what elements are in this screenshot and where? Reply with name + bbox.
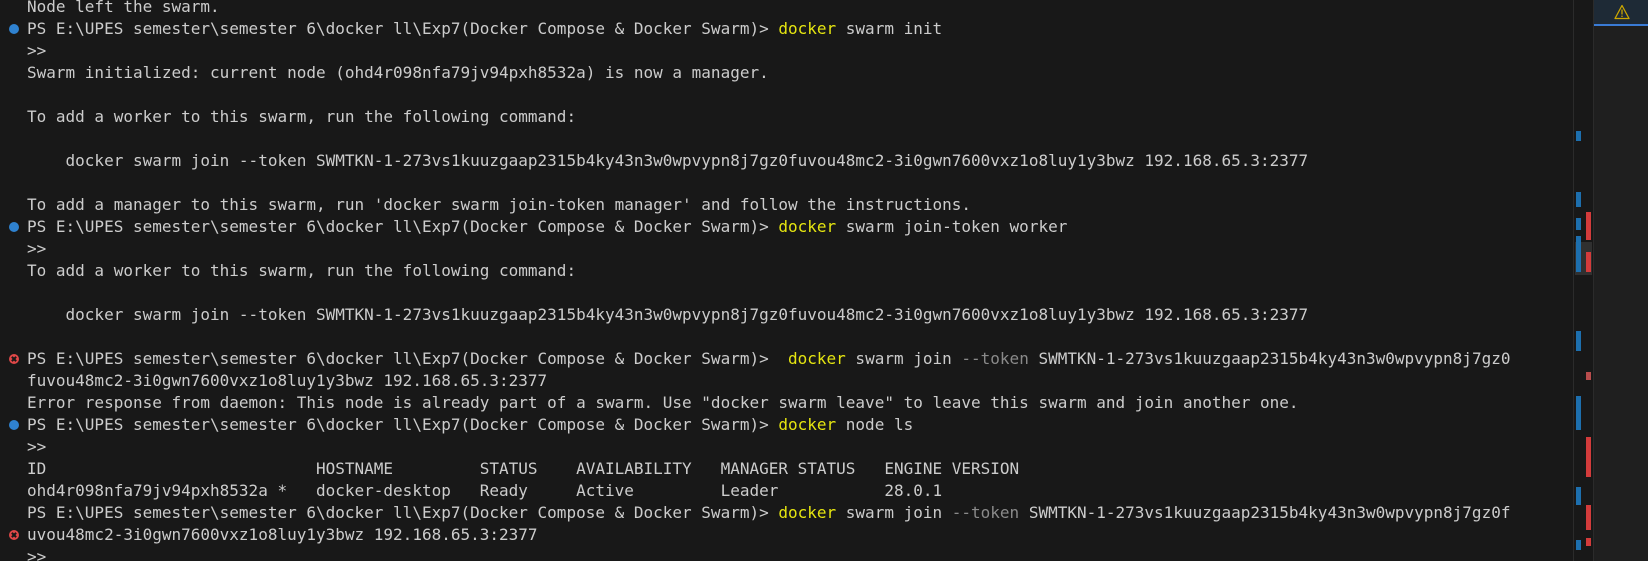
overview-mark <box>1586 372 1591 380</box>
warning-tab[interactable] <box>1594 0 1648 26</box>
terminal-line: To add a worker to this swarm, run the f… <box>0 260 1572 282</box>
overview-mark <box>1586 212 1591 240</box>
terminal-text: PS E:\UPES semester\semester 6\docker ll… <box>27 19 779 38</box>
overview-mark <box>1576 218 1581 230</box>
terminal-line: >> <box>0 436 1572 458</box>
terminal-text: >> <box>27 41 47 60</box>
command-success-icon[interactable] <box>9 420 19 430</box>
terminal-text: swarm join <box>836 503 952 522</box>
terminal-text: >> <box>27 547 47 561</box>
overview-mark <box>1576 540 1581 550</box>
command-keyword: docker <box>788 349 846 368</box>
command-error-icon[interactable] <box>9 354 19 364</box>
terminal-text: docker swarm join --token SWMTKN-1-273vs… <box>27 151 1309 170</box>
terminal-panel[interactable]: Node left the swarm. PS E:\UPES semester\… <box>0 0 1572 561</box>
terminal-line: >> <box>0 40 1572 62</box>
terminal-text: swarm join <box>845 349 962 368</box>
terminal-line: >> <box>0 238 1572 260</box>
terminal-text: PS E:\UPES semester\semester 6\docker ll… <box>27 349 788 368</box>
terminal-text: fuvou48mc2-3i0gwn7600vxz1o8luy1y3bwz 192… <box>27 371 548 390</box>
overview-mark <box>1586 437 1591 477</box>
overview-mark <box>1576 236 1581 272</box>
terminal-line: To add a worker to this swarm, run the f… <box>0 106 1572 128</box>
terminal-text: Error response from daemon: This node is… <box>27 393 1299 412</box>
overview-mark <box>1576 192 1581 207</box>
terminal-text: ohd4r098nfa79jv94pxh8532a * docker-deskt… <box>27 481 943 500</box>
terminal-text: node ls <box>836 415 914 434</box>
terminal-text: SWMTKN-1-273vs1kuuzgaap2315b4ky43n3w0wpv… <box>1019 503 1511 522</box>
terminal-text: Swarm initialized: current node (ohd4r09… <box>27 63 769 82</box>
terminal-text: SWMTKN-1-273vs1kuuzgaap2315b4ky43n3w0wpv… <box>1028 349 1511 368</box>
terminal-line: Swarm initialized: current node (ohd4r09… <box>0 62 1572 84</box>
overview-mark <box>1576 131 1581 141</box>
command-success-icon[interactable] <box>9 24 19 34</box>
command-keyword: docker <box>778 503 837 522</box>
terminal-text: PS E:\UPES semester\semester 6\docker ll… <box>27 217 779 236</box>
terminal-text: docker swarm join --token SWMTKN-1-273vs… <box>27 305 1309 324</box>
terminal-text: To add a manager to this swarm, run 'doc… <box>27 195 972 214</box>
terminal-line: ohd4r098nfa79jv94pxh8532a * docker-deskt… <box>0 480 1572 502</box>
side-panel <box>1593 0 1648 561</box>
overview-mark <box>1586 538 1591 546</box>
command-keyword: docker <box>778 19 837 38</box>
command-error-icon[interactable] <box>9 530 19 540</box>
overview-mark <box>1586 505 1591 530</box>
terminal-line: PS E:\UPES semester\semester 6\docker ll… <box>0 502 1572 524</box>
terminal-line: PS E:\UPES semester\semester 6\docker ll… <box>0 216 1572 238</box>
terminal-line: Error response from daemon: This node is… <box>0 392 1572 414</box>
command-keyword: docker <box>778 415 837 434</box>
terminal-line: docker swarm join --token SWMTKN-1-273vs… <box>0 150 1572 172</box>
terminal-line: >> <box>0 546 1572 561</box>
terminal-output: Node left the swarm. PS E:\UPES semester\… <box>0 0 1572 561</box>
terminal-line: Node left the swarm. <box>0 0 1572 18</box>
overview-mark <box>1586 252 1591 272</box>
overview-ruler[interactable] <box>1573 0 1593 561</box>
terminal-text: PS E:\UPES semester\semester 6\docker ll… <box>27 415 779 434</box>
command-keyword: docker <box>778 217 837 236</box>
terminal-line: fuvou48mc2-3i0gwn7600vxz1o8luy1y3bwz 192… <box>0 370 1572 392</box>
terminal-line: PS E:\UPES semester\semester 6\docker ll… <box>0 414 1572 436</box>
terminal-line: To add a manager to this swarm, run 'doc… <box>0 194 1572 216</box>
terminal-text: ID HOSTNAME STATUS AVAILABILITY MANAGER … <box>27 459 1020 478</box>
terminal-line: PS E:\UPES semester\semester 6\docker ll… <box>0 18 1572 40</box>
overview-mark <box>1576 331 1581 351</box>
terminal-text: >> <box>27 239 47 258</box>
terminal-line: docker swarm join --token SWMTKN-1-273vs… <box>0 304 1572 326</box>
terminal-text: To add a worker to this swarm, run the f… <box>27 107 577 126</box>
overview-mark <box>1576 487 1581 505</box>
warning-icon <box>1613 4 1630 20</box>
terminal-text: To add a worker to this swarm, run the f… <box>27 261 577 280</box>
command-flag: --token <box>951 503 1020 522</box>
terminal-text: swarm join-token worker <box>836 217 1068 236</box>
terminal-line: uvou48mc2-3i0gwn7600vxz1o8luy1y3bwz 192.… <box>0 524 1572 546</box>
terminal-text: PS E:\UPES semester\semester 6\docker ll… <box>27 503 779 522</box>
terminal-text: >> <box>27 437 47 456</box>
command-flag: --token <box>961 349 1029 368</box>
terminal-line: ID HOSTNAME STATUS AVAILABILITY MANAGER … <box>0 458 1572 480</box>
terminal-text: uvou48mc2-3i0gwn7600vxz1o8luy1y3bwz 192.… <box>27 525 538 544</box>
terminal-text: swarm init <box>836 19 943 38</box>
command-success-icon[interactable] <box>9 222 19 232</box>
terminal-line: PS E:\UPES semester\semester 6\docker ll… <box>0 348 1572 370</box>
overview-mark <box>1576 396 1581 430</box>
terminal-text: Node left the swarm. <box>27 0 220 16</box>
